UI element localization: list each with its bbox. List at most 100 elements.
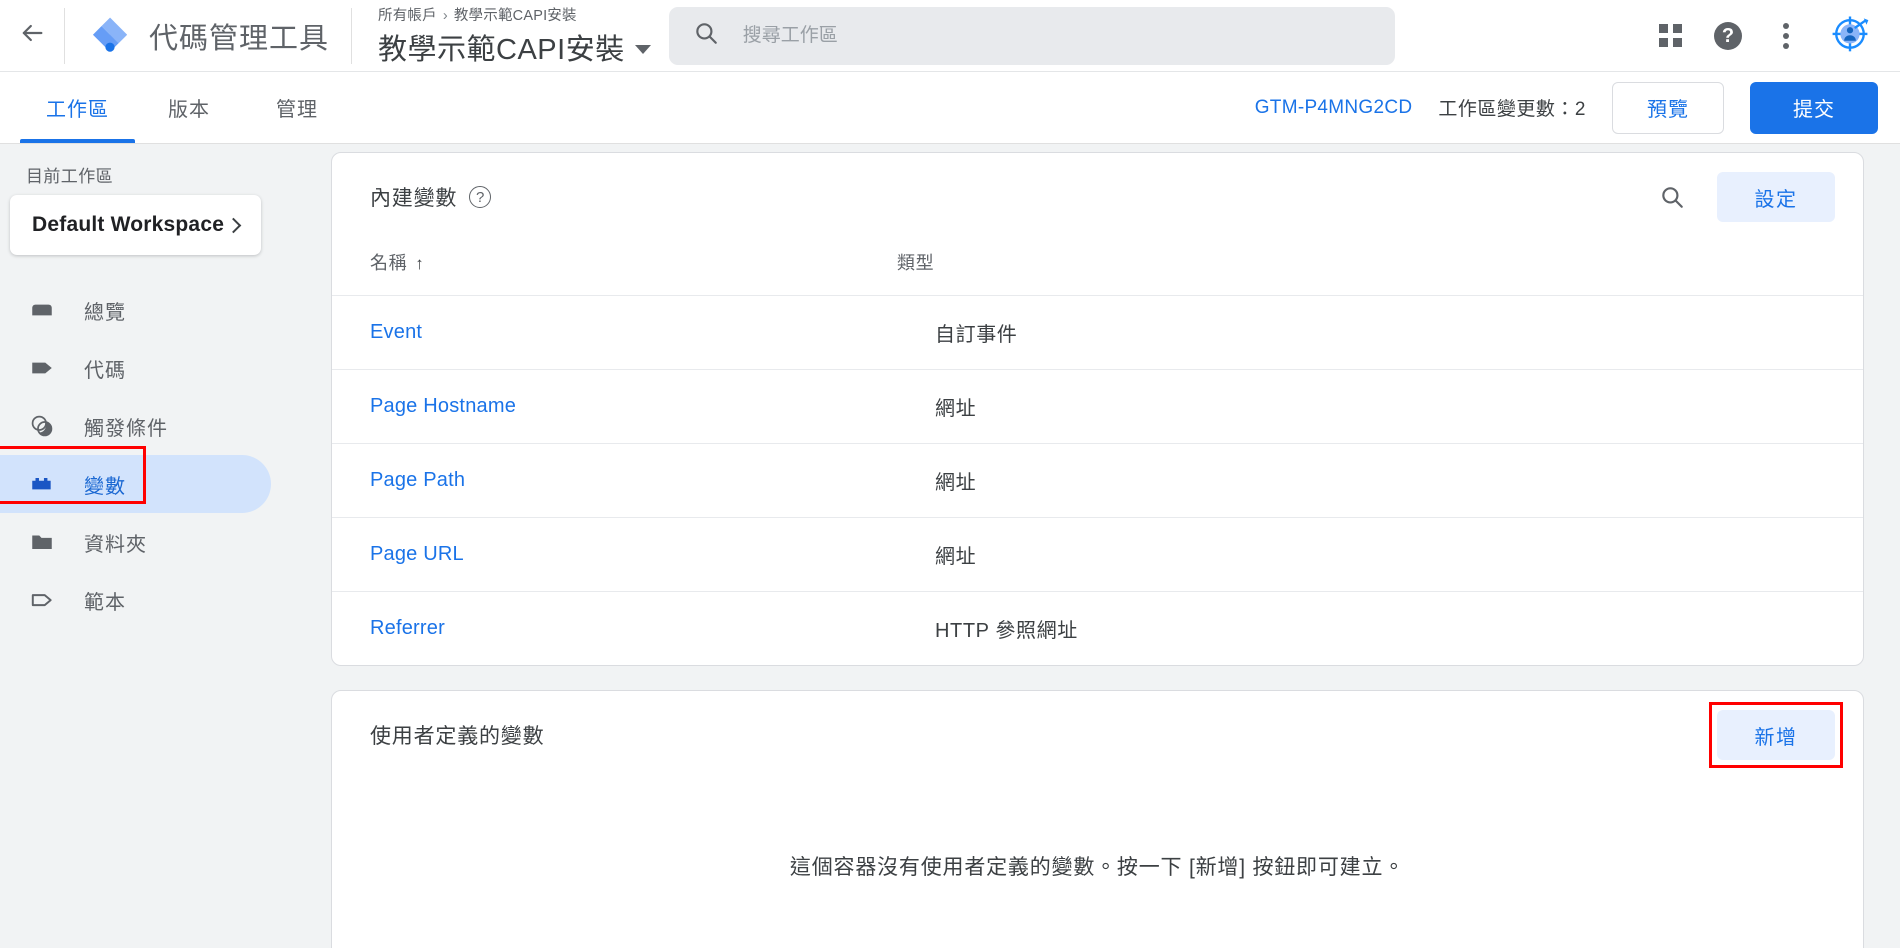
sidebar-item-folders-label: 資料夾 [84, 533, 147, 556]
variable-link[interactable]: Page Path [370, 469, 465, 491]
sidebar-item-variables-label: 變數 [84, 475, 126, 498]
arrow-left-icon [18, 19, 46, 52]
variable-type-cell: 網址 [897, 517, 1863, 592]
column-header-name[interactable]: 名稱 ↑ [332, 241, 897, 296]
breadcrumb-separator: › [442, 7, 448, 24]
variable-name-cell: Event [332, 295, 897, 370]
sidebar-item-tags[interactable]: 代碼 [0, 339, 271, 397]
more-glyph [1783, 22, 1789, 49]
table-row[interactable]: Page Hostname 網址 [332, 369, 1863, 444]
table-row[interactable]: Page Path 網址 [332, 443, 1863, 518]
column-header-type-label: 類型 [897, 253, 935, 273]
workspace-name: Default Workspace [32, 213, 225, 236]
sidebar-item-templates-label: 範本 [84, 591, 126, 614]
sidebar-item-templates[interactable]: 範本 [0, 571, 271, 629]
table-header-row: 名稱 ↑ 類型 [332, 241, 1863, 296]
column-header-type[interactable]: 類型 [897, 241, 1863, 296]
main-content: 內建變數 ? 設定 名稱 ↑ 類型 Event 自訂事件 Page Hostna… [331, 144, 1900, 948]
apps-grid-glyph [1658, 24, 1682, 47]
tab-admin[interactable]: 管理 [243, 72, 351, 143]
sidebar-item-tags-label: 代碼 [84, 359, 126, 382]
builtin-card-title: 內建變數 [370, 187, 458, 210]
top-bar-actions: ? [1644, 8, 1900, 64]
product-title: 代碼管理工具 [149, 22, 330, 55]
tab-workspace-label: 工作區 [46, 99, 109, 121]
tab-versions-label: 版本 [168, 99, 210, 121]
user-defined-card-actions: 新增 [1709, 702, 1843, 768]
search-region [651, 6, 1644, 65]
tab-workspace[interactable]: 工作區 [20, 72, 135, 143]
user-defined-card-header: 使用者定義的變數 新增 [332, 691, 1863, 779]
apps-grid-icon[interactable] [1644, 10, 1696, 62]
help-circle-icon[interactable]: ? [469, 186, 492, 208]
submit-button[interactable]: 提交 [1750, 81, 1878, 134]
tab-versions[interactable]: 版本 [135, 72, 243, 143]
table-row[interactable]: Event 自訂事件 [332, 295, 1863, 370]
sidebar-item-overview[interactable]: 總覽 [0, 281, 271, 339]
user-defined-card-title: 使用者定義的變數 [370, 725, 545, 748]
variable-type-cell: 自訂事件 [897, 295, 1863, 370]
arrow-up-icon: ↑ [415, 254, 425, 273]
help-glyph: ? [1714, 21, 1742, 50]
variable-type-cell: HTTP 參照網址 [935, 620, 1078, 642]
tab-bar-actions: GTM-P4MNG2CD 工作區變更數：2 預覽 提交 [1255, 72, 1900, 143]
new-variable-button[interactable]: 新增 [1717, 710, 1835, 760]
google-tag-manager-logo [89, 15, 131, 57]
table-row[interactable]: Page URL 網址 [332, 517, 1863, 592]
brand-block[interactable]: 代碼管理工具 [65, 15, 351, 57]
chevron-right-icon [225, 217, 242, 233]
sidebar-item-folders[interactable]: 資料夾 [0, 513, 271, 571]
workspace-card[interactable]: Default Workspace [10, 195, 261, 255]
workspace-changes-count: 工作區變更數：2 [1438, 99, 1586, 120]
top-app-bar: 代碼管理工具 所有帳戶 › 教學示範CAPI安裝 教學示範CAPI安裝 ? [0, 0, 1900, 72]
breadcrumb-current[interactable]: 教學示範CAPI安裝 [454, 8, 577, 24]
variable-link[interactable]: Referrer [370, 617, 445, 639]
more-vert-icon[interactable] [1760, 10, 1812, 62]
variable-name-cell: Page Hostname [332, 369, 897, 444]
tab-admin-label: 管理 [276, 99, 318, 121]
tag-icon [28, 354, 56, 382]
trigger-icon [28, 412, 56, 440]
container-selector[interactable]: 教學示範CAPI安裝 [378, 26, 651, 68]
chevron-down-icon [634, 45, 651, 54]
sidebar-item-variables[interactable]: 變數 [0, 446, 271, 513]
search-input[interactable] [740, 23, 1371, 48]
back-button[interactable] [0, 0, 64, 72]
account-target-avatar-icon [1828, 11, 1872, 60]
tab-list: 工作區 版本 管理 [0, 72, 351, 143]
variable-name-cell: Page URL [332, 517, 897, 592]
variable-link[interactable]: Page Hostname [370, 395, 516, 417]
sidebar-item-triggers[interactable]: 觸發條件 [0, 397, 271, 455]
breadcrumb-root[interactable]: 所有帳戶 [378, 8, 437, 24]
sidebar: 目前工作區 Default Workspace 總覽 代碼 觸發條件 變數 資料… [0, 144, 331, 948]
builtin-variables-table: 名稱 ↑ 類型 Event 自訂事件 Page Hostname 網址 Page… [332, 241, 1863, 665]
builtin-card-actions: 設定 [1649, 172, 1835, 222]
builtin-search-icon[interactable] [1649, 174, 1695, 220]
template-icon [28, 586, 56, 614]
variable-name-cell: Referrer [332, 592, 897, 666]
user-defined-variables-card: 使用者定義的變數 新增 這個容器沒有使用者定義的變數。按一下 [新增] 按鈕即可… [331, 690, 1864, 948]
global-search[interactable] [668, 6, 1395, 65]
configure-button[interactable]: 設定 [1717, 172, 1835, 222]
search-icon [693, 20, 719, 51]
overview-icon [28, 296, 56, 324]
variables-icon [28, 470, 56, 498]
variable-type-cell: 網址 [897, 369, 1863, 444]
sidebar-nav: 總覽 代碼 觸發條件 變數 資料夾 範本 [0, 281, 331, 629]
table-row[interactable]: Referrer HTTP 參照網址 [332, 592, 1863, 666]
variable-link[interactable]: Event [370, 321, 422, 343]
table-head: 名稱 ↑ 類型 [332, 241, 1863, 296]
preview-button[interactable]: 預覽 [1612, 81, 1724, 134]
workspace-tab-bar: 工作區 版本 管理 GTM-P4MNG2CD 工作區變更數：2 預覽 提交 [0, 72, 1900, 144]
variable-name-cell: Page Path [332, 443, 897, 518]
page-body: 目前工作區 Default Workspace 總覽 代碼 觸發條件 變數 資料… [0, 144, 1900, 948]
container-title: 教學示範CAPI安裝 [378, 33, 625, 66]
container-id[interactable]: GTM-P4MNG2CD [1255, 97, 1413, 119]
variable-type-cell: 網址 [897, 443, 1863, 518]
variable-link[interactable]: Page URL [370, 543, 464, 565]
help-icon[interactable]: ? [1702, 10, 1754, 62]
column-header-name-label: 名稱 [370, 253, 408, 273]
builtin-card-header: 內建變數 ? 設定 [332, 153, 1863, 241]
avatar[interactable] [1822, 8, 1878, 64]
empty-state-message: 這個容器沒有使用者定義的變數。按一下 [新增] 按鈕即可建立。 [789, 856, 1406, 879]
